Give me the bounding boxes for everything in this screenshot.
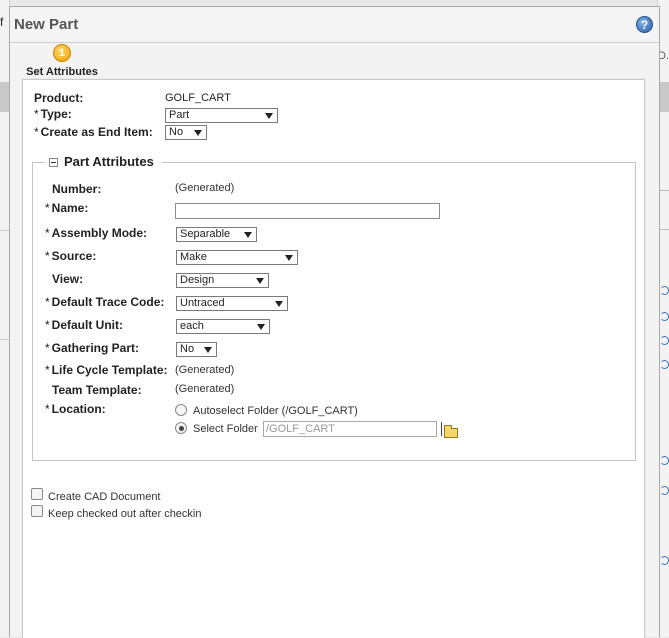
select-folder-label[interactable]: Select Folder — [193, 423, 258, 435]
chevron-down-icon — [194, 130, 202, 136]
keep-checked-out-checkbox[interactable] — [31, 505, 43, 517]
folder-path-input[interactable]: /GOLF_CART — [263, 421, 437, 437]
required-marker: * — [45, 341, 50, 355]
step-number-icon: 1 — [53, 44, 71, 62]
default-unit-label-text: Default Unit: — [51, 318, 123, 332]
chevron-down-icon — [257, 324, 265, 330]
trace-code-select[interactable]: Untraced — [176, 296, 288, 311]
required-marker: * — [45, 402, 50, 416]
autoselect-folder-label[interactable]: Autoselect Folder (/GOLF_CART) — [193, 405, 358, 417]
source-select-value: Make — [180, 251, 207, 263]
create-cad-label[interactable]: Create CAD Document — [48, 491, 161, 503]
default-unit-select[interactable]: each — [176, 319, 270, 334]
trace-code-select-value: Untraced — [180, 297, 225, 309]
chevron-down-icon — [244, 232, 252, 238]
folder-icon[interactable] — [444, 425, 458, 438]
required-marker: * — [45, 295, 50, 309]
name-label: * Name: — [45, 201, 88, 215]
assembly-mode-select[interactable]: Separable — [176, 227, 257, 242]
required-marker: * — [45, 249, 50, 263]
keep-checked-out-label[interactable]: Keep checked out after checkin — [48, 508, 201, 520]
required-marker: * — [34, 125, 39, 139]
source-label: * Source: — [45, 249, 96, 263]
required-marker: * — [45, 226, 50, 240]
view-label: View: — [52, 272, 84, 286]
wizard-step-set-attributes[interactable]: 1 Set Attributes — [24, 44, 100, 78]
view-select[interactable]: Design — [176, 273, 269, 288]
life-cycle-template-label-text: Life Cycle Template: — [51, 363, 168, 377]
gathering-part-label: * Gathering Part: — [45, 341, 139, 355]
chevron-down-icon — [256, 278, 264, 284]
help-icon[interactable]: ? — [636, 16, 653, 33]
location-label-text: Location: — [51, 402, 106, 416]
assembly-mode-label-text: Assembly Mode: — [51, 226, 148, 240]
life-cycle-template-label: * Life Cycle Template: — [45, 363, 167, 377]
background-icon — [660, 456, 669, 465]
required-marker: * — [34, 107, 39, 121]
chevron-down-icon — [204, 347, 212, 353]
attributes-panel: Product: GOLF_CART * Type: Part * Create a… — [22, 79, 645, 638]
type-select[interactable]: Part — [165, 108, 278, 123]
background-icon — [660, 556, 669, 565]
collapse-icon[interactable] — [49, 158, 58, 167]
number-label: Number: — [52, 182, 102, 196]
view-select-value: Design — [180, 274, 215, 286]
team-template-value: (Generated) — [175, 383, 235, 395]
background-icon — [660, 360, 669, 369]
autoselect-folder-radio[interactable] — [175, 404, 187, 416]
source-label-text: Source: — [51, 249, 97, 263]
type-label: * Type: — [34, 107, 72, 121]
required-marker: * — [45, 318, 50, 332]
step-label: Set Attributes — [26, 66, 98, 78]
name-input[interactable] — [175, 203, 440, 219]
chevron-down-icon — [275, 301, 283, 307]
gathering-part-label-text: Gathering Part: — [51, 341, 140, 355]
number-value: (Generated) — [175, 182, 235, 194]
trace-code-label-text: Default Trace Code: — [51, 295, 165, 309]
trace-code-label: * Default Trace Code: — [45, 295, 164, 309]
gathering-part-select-value: No — [180, 343, 195, 355]
text-cursor — [441, 422, 442, 436]
assembly-mode-label: * Assembly Mode: — [45, 226, 147, 240]
location-label: * Location: — [45, 402, 106, 416]
part-attributes-section: Part Attributes Number: (Generated) * Nam… — [32, 154, 636, 461]
product-value: GOLF_CART — [165, 92, 231, 104]
assembly-mode-select-value: Separable — [180, 228, 231, 240]
type-select-value: Part — [169, 109, 190, 121]
end-item-label: * Create as End Item: — [34, 125, 153, 139]
product-label: Product: — [34, 91, 84, 105]
background-fragment-left: f — [0, 15, 4, 29]
part-attributes-legend[interactable]: Part Attributes — [45, 154, 162, 170]
type-label-text: Type: — [40, 107, 72, 121]
chevron-down-icon — [285, 255, 293, 261]
life-cycle-template-value: (Generated) — [175, 364, 235, 376]
dialog-titlebar[interactable]: New Part ? — [10, 7, 659, 43]
gathering-part-select[interactable]: No — [176, 342, 217, 357]
team-template-label: Team Template: — [52, 383, 142, 397]
dialog-title: New Part — [14, 16, 79, 33]
default-unit-select-value: each — [180, 320, 204, 332]
background-icon — [660, 286, 669, 295]
new-part-dialog: New Part ? 1 Set Attributes Product: GOL… — [9, 6, 660, 638]
part-attributes-title: Part Attributes — [64, 154, 154, 169]
create-cad-checkbox[interactable] — [31, 488, 43, 500]
background-icon — [660, 486, 669, 495]
background-icon — [660, 336, 669, 345]
end-item-select[interactable]: No — [165, 125, 207, 140]
name-label-text: Name: — [51, 201, 89, 215]
background-icon — [660, 312, 669, 321]
end-item-select-value: No — [169, 126, 184, 138]
source-select[interactable]: Make — [176, 250, 298, 265]
required-marker: * — [45, 363, 50, 377]
select-folder-radio[interactable] — [175, 422, 187, 434]
end-item-label-text: Create as End Item: — [40, 125, 153, 139]
required-marker: * — [45, 201, 50, 215]
default-unit-label: * Default Unit: — [45, 318, 123, 332]
chevron-down-icon — [265, 113, 273, 119]
